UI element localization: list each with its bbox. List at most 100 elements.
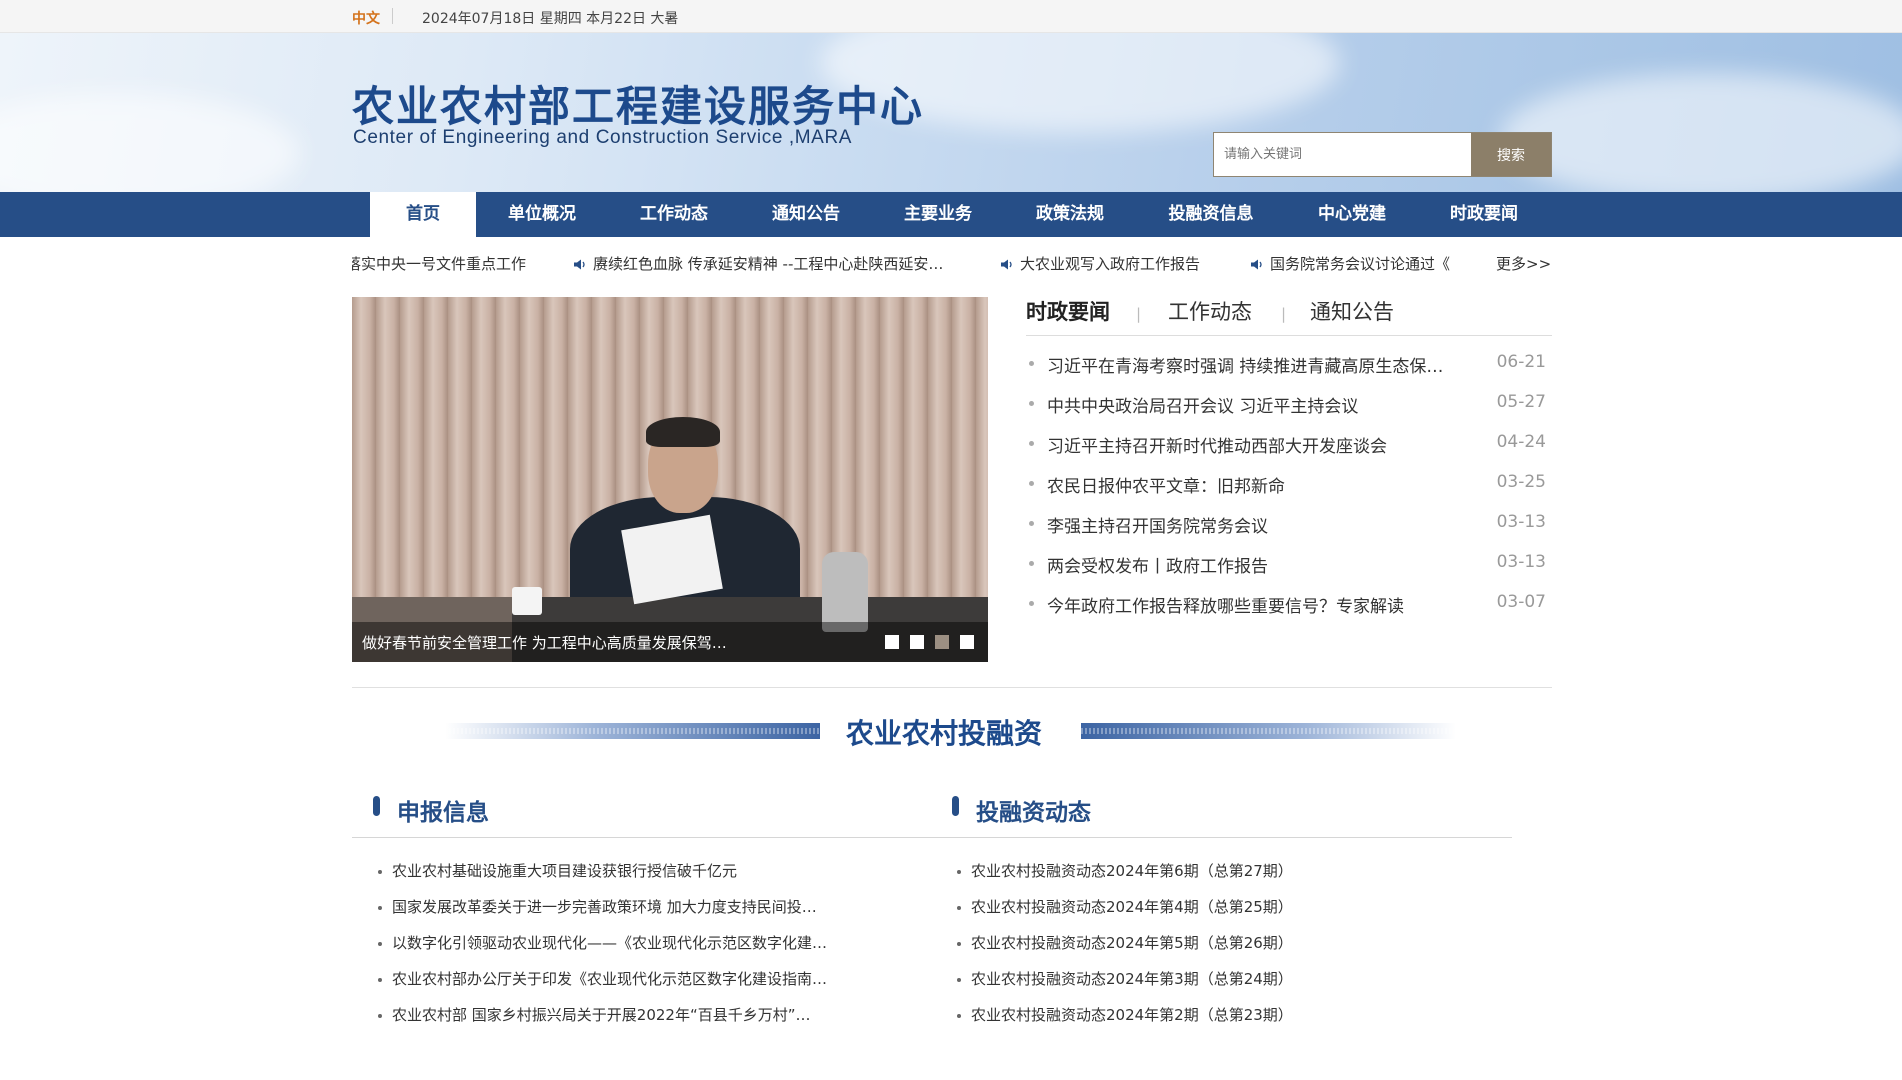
news-title[interactable]: 习近平在青海考察时强调 持续推进青藏高原生态保… — [1047, 352, 1467, 377]
bullet — [957, 870, 961, 874]
bullet — [957, 1014, 961, 1018]
bullet — [1029, 521, 1034, 526]
section-title-decoration — [1081, 723, 1456, 739]
ticker-more-link[interactable]: 更多>> — [1496, 253, 1551, 274]
slide-photo-person-hair — [646, 417, 720, 447]
section-divider — [352, 687, 1552, 688]
site-logo-subtitle: Center of Engineering and Construction S… — [353, 127, 853, 148]
bullet — [1029, 601, 1034, 606]
main-nav: 首页 单位概况 工作动态 通知公告 主要业务 政策法规 投融资信息 中心党建 时… — [0, 192, 1902, 237]
bullet — [378, 906, 382, 910]
tab-separator: | — [1136, 305, 1142, 323]
bullet — [1029, 481, 1034, 486]
slide-photo-flask — [822, 552, 868, 632]
photo-slideshow[interactable]: 做好春节前安全管理工作 为工程中心高质量发展保驾… — [352, 297, 988, 662]
tab-separator: | — [1281, 305, 1287, 323]
tab-notices[interactable]: 通知公告 — [1310, 296, 1394, 326]
news-item[interactable]: 中共中央政治局召开会议 习近平主持会议 05-27 — [1026, 392, 1552, 418]
list-item-text[interactable]: 农业农村部办公厅关于印发《农业现代化示范区数字化建设指南… — [392, 968, 872, 989]
nav-item-policies[interactable]: 政策法规 — [1004, 192, 1136, 237]
site-header: 农业农村部工程建设服务中心 Center of Engineering and … — [0, 33, 1902, 192]
bullet — [957, 942, 961, 946]
ticker-item-text: 大农业观写入政府工作报告 — [1020, 255, 1201, 273]
slide-dot-active[interactable] — [935, 635, 949, 649]
news-title[interactable]: 习近平主持召开新时代推动西部大开发座谈会 — [1047, 432, 1467, 457]
bullet — [957, 978, 961, 982]
news-ticker: 落实中央一号文件重点工作 赓续红色血脉 传承延安精神 --工程中心赴陕西延安… … — [352, 253, 1552, 279]
top-bar: 中文 2024年07月18日 星期四 本月22日 大暑 — [0, 0, 1902, 33]
slide-caption[interactable]: 做好春节前安全管理工作 为工程中心高质量发展保驾… — [362, 632, 727, 653]
speaker-icon — [1001, 259, 1012, 270]
bullet — [1029, 401, 1034, 406]
slide-pagination — [885, 635, 974, 649]
bullet — [957, 906, 961, 910]
bullet — [378, 870, 382, 874]
ticker-item[interactable]: 国务院常务会议讨论通过《 — [1251, 253, 1497, 274]
news-item[interactable]: 两会受权发布丨政府工作报告 03-13 — [1026, 552, 1552, 578]
news-item[interactable]: 农民日报仲农平文章：旧邦新命 03-25 — [1026, 472, 1552, 498]
column-heading-text[interactable]: 申报信息 — [397, 793, 489, 827]
list-item-text[interactable]: 国家发展改革委关于进一步完善政策环境 加大力度支持民间投… — [392, 896, 872, 917]
news-date: 03-25 — [1496, 472, 1546, 492]
column-divider — [352, 837, 1512, 838]
news-title[interactable]: 中共中央政治局召开会议 习近平主持会议 — [1047, 392, 1467, 417]
slide-dot[interactable] — [910, 635, 924, 649]
bullet — [1029, 561, 1034, 566]
news-item[interactable]: 习近平主持召开新时代推动西部大开发座谈会 04-24 — [1026, 432, 1552, 458]
divider — [392, 8, 393, 24]
news-date: 03-07 — [1496, 592, 1546, 612]
nav-item-current-affairs[interactable]: 时政要闻 — [1418, 192, 1550, 237]
heading-marker — [952, 796, 959, 816]
list-item-text[interactable]: 农业农村部 国家乡村振兴局关于开展2022年“百县千乡万村”… — [392, 1004, 872, 1025]
nav-item-about[interactable]: 单位概况 — [476, 192, 608, 237]
language-link[interactable]: 中文 — [352, 8, 380, 28]
news-date: 03-13 — [1496, 512, 1546, 532]
news-item[interactable]: 习近平在青海考察时强调 持续推进青藏高原生态保… 06-21 — [1026, 352, 1552, 378]
speaker-icon — [1251, 259, 1262, 270]
news-item[interactable]: 今年政府工作报告释放哪些重要信号？专家解读 03-07 — [1026, 592, 1552, 618]
news-tabs: 时政要闻 | 工作动态 | 通知公告 — [1026, 296, 1552, 336]
nav-item-notices[interactable]: 通知公告 — [740, 192, 872, 237]
ticker-item[interactable]: 赓续红色血脉 传承延安精神 --工程中心赴陕西延安… — [574, 253, 943, 274]
list-item-text[interactable]: 农业农村投融资动态2024年第4期（总第25期） — [971, 896, 1451, 917]
news-title[interactable]: 两会受权发布丨政府工作报告 — [1047, 552, 1467, 577]
news-date: 05-27 — [1496, 392, 1546, 412]
news-date: 03-13 — [1496, 552, 1546, 572]
news-title[interactable]: 农民日报仲农平文章：旧邦新命 — [1047, 472, 1467, 497]
header-cloud-decoration — [1500, 73, 1902, 192]
search-button[interactable]: 搜索 — [1471, 133, 1551, 176]
nav-item-party[interactable]: 中心党建 — [1286, 192, 1418, 237]
slide-dot[interactable] — [960, 635, 974, 649]
header-cloud-decoration — [0, 93, 300, 192]
nav-item-main-business[interactable]: 主要业务 — [872, 192, 1004, 237]
tab-current-affairs[interactable]: 时政要闻 — [1026, 296, 1110, 326]
search-input[interactable] — [1214, 133, 1471, 176]
news-title[interactable]: 今年政府工作报告释放哪些重要信号？专家解读 — [1047, 592, 1467, 617]
ticker-item-text: 落实中央一号文件重点工作 — [352, 255, 527, 273]
column-heading-text[interactable]: 投融资动态 — [976, 793, 1091, 827]
site-logo-title[interactable]: 农业农村部工程建设服务中心 — [352, 73, 924, 134]
section-title: 农业农村投融资 — [846, 717, 1043, 750]
list-item-text[interactable]: 农业农村投融资动态2024年第5期（总第26期） — [971, 932, 1451, 953]
nav-item-work-news[interactable]: 工作动态 — [608, 192, 740, 237]
news-date: 04-24 — [1496, 432, 1546, 452]
ticker-item[interactable]: 大农业观写入政府工作报告 — [1001, 253, 1200, 274]
nav-item-home[interactable]: 首页 — [370, 192, 476, 237]
news-title[interactable]: 李强主持召开国务院常务会议 — [1047, 512, 1467, 537]
list-item-text[interactable]: 农业农村投融资动态2024年第2期（总第23期） — [971, 1004, 1451, 1025]
list-item-text[interactable]: 农业农村投融资动态2024年第6期（总第27期） — [971, 860, 1451, 881]
tab-work-news[interactable]: 工作动态 — [1168, 296, 1252, 326]
list-item-text[interactable]: 农业农村投融资动态2024年第3期（总第24期） — [971, 968, 1451, 989]
slide-dot[interactable] — [885, 635, 899, 649]
ticker-item[interactable]: 落实中央一号文件重点工作 — [352, 253, 526, 274]
heading-marker — [373, 796, 380, 816]
news-item[interactable]: 李强主持召开国务院常务会议 03-13 — [1026, 512, 1552, 538]
slide-photo-paper — [621, 514, 723, 605]
list-item-text[interactable]: 以数字化引领驱动农业现代化——《农业现代化示范区数字化建… — [392, 932, 872, 953]
list-item-text[interactable]: 农业农村基础设施重大项目建设获银行授信破千亿元 — [392, 860, 872, 881]
bullet — [378, 1014, 382, 1018]
speaker-icon — [574, 259, 585, 270]
nav-item-investment[interactable]: 投融资信息 — [1136, 192, 1286, 237]
section-title-decoration — [445, 723, 820, 739]
bullet — [378, 942, 382, 946]
